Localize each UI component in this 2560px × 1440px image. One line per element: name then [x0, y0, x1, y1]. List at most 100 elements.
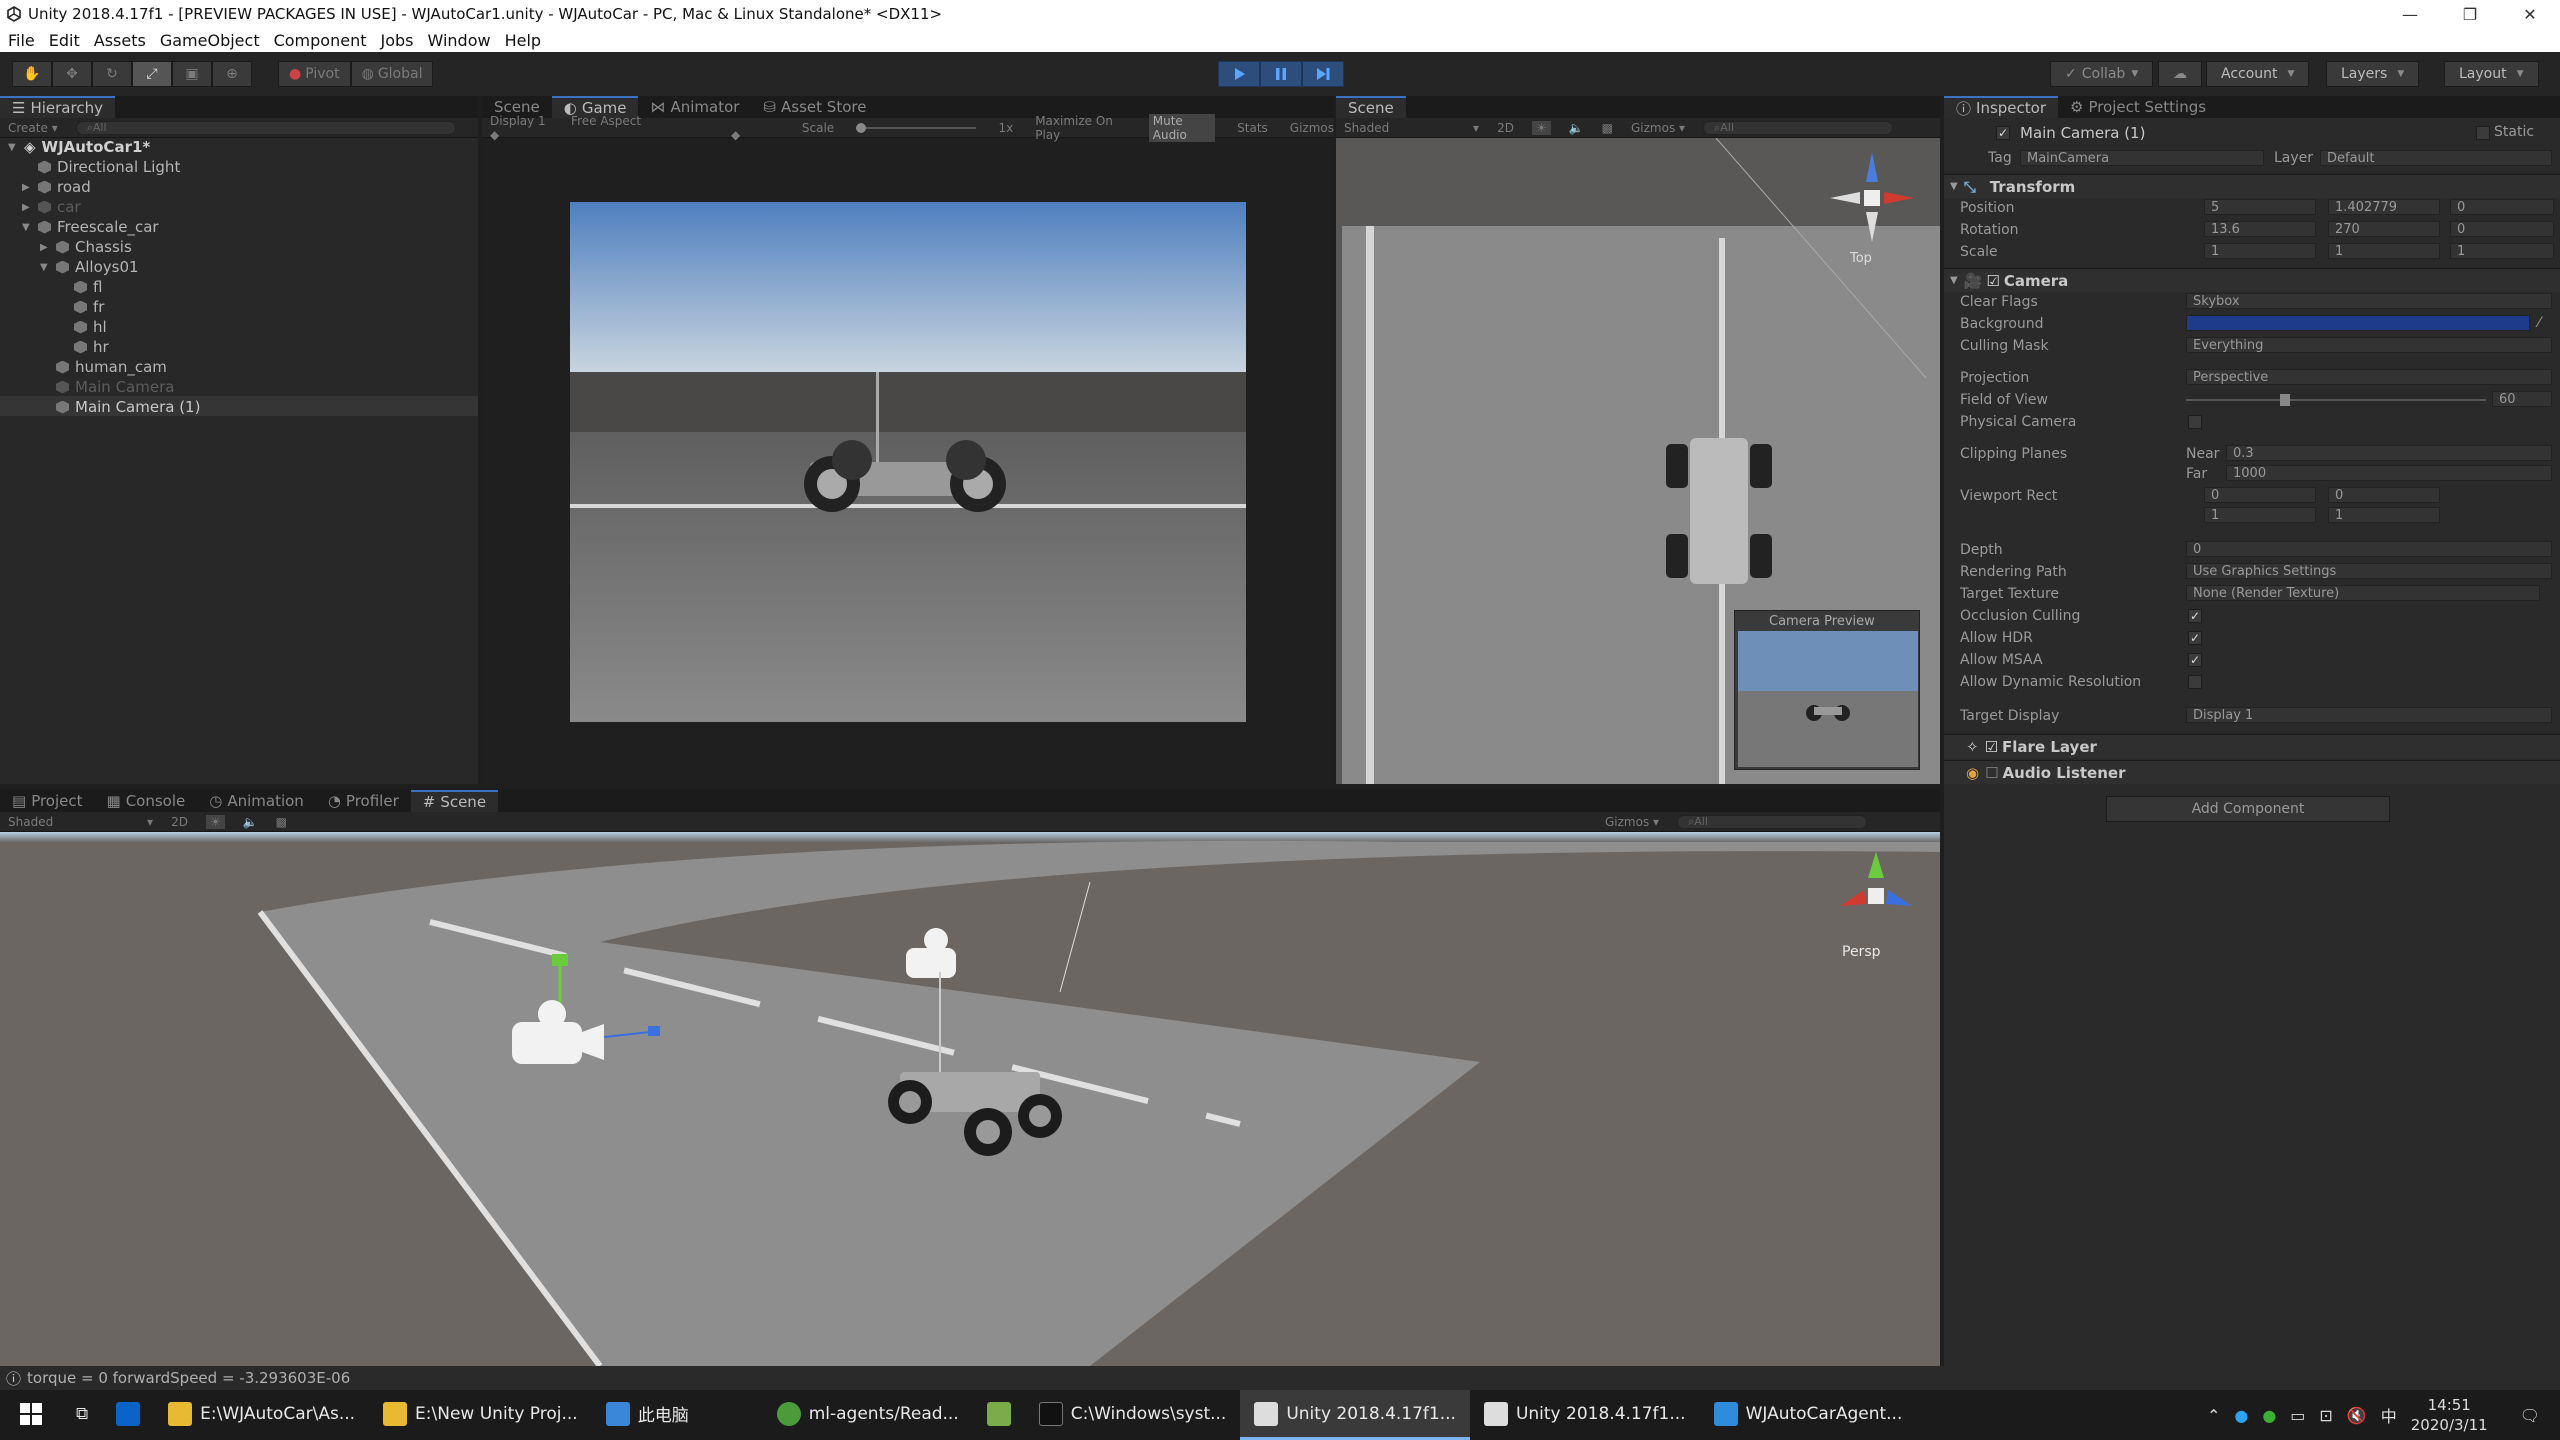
scale-slider[interactable]: [856, 122, 977, 133]
projection-dropdown[interactable]: Perspective: [2186, 369, 2552, 385]
wechat-icon[interactable]: ●: [2262, 1406, 2276, 1425]
taskbar-item[interactable]: ml-agents/Read...: [763, 1390, 973, 1440]
slider-thumb[interactable]: [856, 122, 867, 133]
volume-icon[interactable]: 🔇: [2347, 1406, 2367, 1425]
tag-dropdown[interactable]: MainCamera: [2020, 150, 2264, 166]
camera-enabled-checkbox[interactable]: ☑: [1986, 272, 1999, 290]
close-icon[interactable]: ✕: [2500, 0, 2560, 28]
taskbar-item[interactable]: Unity 2018.4.17f1...: [1240, 1390, 1470, 1440]
display-dropdown[interactable]: Display 1 ◆: [490, 114, 549, 142]
scene-search-input[interactable]: ⌕ All: [1703, 120, 1894, 135]
taskbar-item[interactable]: WJAutoCarAgent...: [1700, 1390, 1917, 1440]
rotation-z-field[interactable]: 0: [2450, 221, 2554, 237]
light-toggle-icon[interactable]: ☀: [1531, 120, 1551, 135]
viewport-y-field[interactable]: 0: [2328, 487, 2440, 503]
pause-button[interactable]: [1260, 61, 1302, 87]
tab-inspector[interactable]: ⓘ Inspector: [1944, 96, 2058, 118]
layer-dropdown[interactable]: Default: [2320, 150, 2552, 166]
target-texture-field[interactable]: None (Render Texture): [2186, 585, 2540, 601]
bottom-search-input[interactable]: ⌕ All: [1677, 814, 1868, 829]
cloud-button[interactable]: ☁: [2158, 61, 2202, 87]
tab-profiler[interactable]: ◔ Profiler: [316, 790, 411, 812]
taskbar-item[interactable]: C:\Windows\syst...: [1025, 1390, 1241, 1440]
hierarchy-item-selected[interactable]: Main Camera (1): [56, 398, 200, 416]
object-name-field[interactable]: Main Camera (1): [2020, 124, 2145, 142]
transform-tool-icon[interactable]: ⊕: [212, 61, 252, 87]
shaded-dropdown[interactable]: Shaded ▾: [1344, 121, 1479, 135]
target-display-dropdown[interactable]: Display 1: [2186, 707, 2552, 723]
menu-jobs[interactable]: Jobs: [380, 31, 413, 50]
near-field[interactable]: 0.3: [2226, 445, 2552, 461]
viewport-h-field[interactable]: 1: [2328, 507, 2440, 523]
background-color-field[interactable]: [2186, 315, 2530, 331]
stats-button[interactable]: Stats: [1237, 121, 1268, 135]
add-component-button[interactable]: Add Component: [2106, 796, 2390, 822]
far-field[interactable]: 1000: [2226, 465, 2552, 481]
menu-gameobject[interactable]: GameObject: [160, 31, 260, 50]
position-x-field[interactable]: 5: [2204, 199, 2316, 215]
aspect-dropdown[interactable]: Free Aspect ◆: [571, 114, 780, 142]
rect-tool-icon[interactable]: ▣: [172, 61, 212, 87]
tray-app-icon[interactable]: ●: [2234, 1406, 2248, 1425]
hierarchy-item[interactable]: ▼ Alloys01: [40, 258, 139, 276]
effects-toggle-icon[interactable]: ▩: [1602, 121, 1613, 135]
start-button[interactable]: [0, 1390, 62, 1440]
2d-toggle[interactable]: 2D: [171, 815, 188, 829]
scale-tool-icon[interactable]: ⤢: [132, 61, 172, 87]
create-button[interactable]: Create ▾: [8, 121, 58, 135]
transform-header[interactable]: ▼ ⤡ Transform: [1944, 174, 2560, 198]
flare-enabled-checkbox[interactable]: ☑: [1985, 738, 1998, 756]
hierarchy-item[interactable]: ▶ road: [22, 178, 91, 196]
task-view-button[interactable]: ⧉: [62, 1390, 102, 1440]
culling-mask-dropdown[interactable]: Everything: [2186, 337, 2552, 353]
fov-slider[interactable]: [2186, 399, 2486, 401]
hierarchy-item[interactable]: fr: [74, 298, 104, 316]
minimize-icon[interactable]: —: [2380, 0, 2440, 28]
audio-toggle-icon[interactable]: 🔈: [1569, 121, 1584, 135]
layers-button[interactable]: Layers ▼: [2326, 61, 2420, 87]
collab-button[interactable]: ✓ Collab ▼: [2050, 61, 2154, 87]
hand-tool-icon[interactable]: ✋: [12, 61, 52, 87]
step-button[interactable]: [1302, 61, 1344, 87]
tab-scene-bottom[interactable]: # Scene: [410, 790, 499, 812]
menu-component[interactable]: Component: [274, 31, 367, 50]
rotate-tool-icon[interactable]: ↻: [92, 61, 132, 87]
position-y-field[interactable]: 1.402779: [2328, 199, 2440, 215]
allow-dynamic-resolution-checkbox[interactable]: [2188, 675, 2202, 689]
allow-msaa-checkbox[interactable]: ✓: [2188, 653, 2202, 667]
tab-console[interactable]: ▦ Console: [95, 790, 198, 812]
audio-enabled-checkbox[interactable]: ☐: [1985, 764, 1998, 782]
viewport-x-field[interactable]: 0: [2204, 487, 2316, 503]
shaded-dropdown[interactable]: Shaded ▾: [8, 815, 153, 829]
taskbar-item[interactable]: Unity 2018.4.17f1...: [1470, 1390, 1700, 1440]
tab-project-settings[interactable]: ⚙ Project Settings: [2058, 96, 2218, 118]
depth-field[interactable]: 0: [2186, 541, 2552, 557]
static-checkbox[interactable]: [2476, 126, 2490, 140]
hierarchy-item[interactable]: Main Camera: [56, 378, 174, 396]
hierarchy-item[interactable]: ▼ Freescale_car: [22, 218, 159, 236]
light-toggle-icon[interactable]: ☀: [205, 814, 225, 829]
notification-icon[interactable]: 🗨: [2520, 1406, 2540, 1425]
maximize-on-play-button[interactable]: Maximize On Play: [1035, 114, 1127, 142]
2d-toggle[interactable]: 2D: [1497, 121, 1514, 135]
gizmo-y-handle[interactable]: [552, 954, 568, 966]
gizmo-z-handle[interactable]: [648, 1026, 660, 1036]
allow-hdr-checkbox[interactable]: ✓: [2188, 631, 2202, 645]
menu-help[interactable]: Help: [505, 31, 541, 50]
hierarchy-item[interactable]: hr: [74, 338, 109, 356]
ime-indicator[interactable]: 中: [2381, 1403, 2397, 1427]
taskbar-item[interactable]: 此电脑: [592, 1390, 703, 1440]
audio-toggle-icon[interactable]: 🔈: [243, 815, 258, 829]
effects-toggle-icon[interactable]: ▩: [276, 815, 287, 829]
tray-battery-icon[interactable]: ▭: [2290, 1406, 2305, 1425]
menu-assets[interactable]: Assets: [94, 31, 146, 50]
taskbar-item[interactable]: E:\New Unity Proj...: [369, 1390, 592, 1440]
play-button[interactable]: [1218, 61, 1260, 87]
menu-window[interactable]: Window: [427, 31, 490, 50]
move-tool-icon[interactable]: ✥: [52, 61, 92, 87]
scene-root[interactable]: ▼ ◈ WJAutoCar1*: [8, 138, 150, 156]
account-button[interactable]: Account ▼: [2206, 61, 2310, 87]
scale-x-field[interactable]: 1: [2204, 243, 2316, 259]
position-z-field[interactable]: 0: [2450, 199, 2554, 215]
tab-animation[interactable]: ◷ Animation: [197, 790, 316, 812]
